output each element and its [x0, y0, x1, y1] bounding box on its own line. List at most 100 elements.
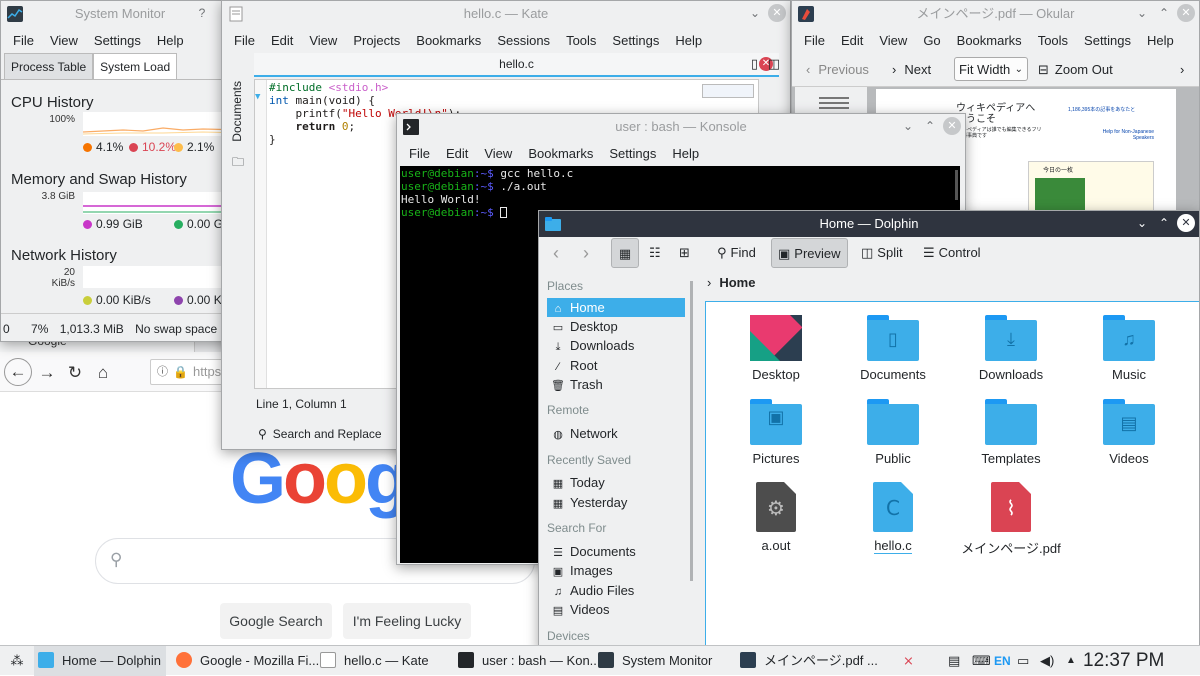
menu-help[interactable]: Help: [664, 146, 707, 161]
previous-page-button[interactable]: ‹ Previous: [806, 58, 869, 82]
places-item-search-audio[interactable]: ♫ Audio Files: [547, 581, 685, 600]
menu-bookmarks[interactable]: Bookmarks: [408, 33, 489, 48]
compact-view-icon[interactable]: ☷: [643, 238, 667, 268]
close-button[interactable]: ✕: [1177, 4, 1195, 22]
terminal-scrollbar[interactable]: [955, 170, 958, 200]
info-icon[interactable]: ⓘ: [157, 360, 168, 384]
volume-icon[interactable]: ◀): [1040, 646, 1054, 676]
file-item-public[interactable]: Public: [838, 399, 948, 466]
forward-icon[interactable]: ›: [577, 238, 595, 268]
titlebar[interactable]: System Monitor ? ⌄: [1, 1, 239, 27]
places-item-search-videos[interactable]: ▤ Videos: [547, 600, 685, 619]
menu-tools[interactable]: Tools: [1030, 33, 1076, 48]
menu-file[interactable]: File: [796, 33, 833, 48]
menu-view[interactable]: View: [871, 33, 915, 48]
back-icon[interactable]: ‹: [547, 238, 565, 268]
places-item-search-documents[interactable]: ☰ Documents: [547, 542, 685, 561]
tab-process-table[interactable]: Process Table: [4, 53, 94, 79]
forward-arrow-icon[interactable]: →: [34, 360, 60, 386]
keyboard-layout-indicator[interactable]: EN: [994, 646, 1011, 676]
menu-bookmarks[interactable]: Bookmarks: [520, 146, 601, 161]
menu-help[interactable]: Help: [667, 33, 710, 48]
minimize-button[interactable]: ⌄: [899, 117, 917, 135]
file-item-templates[interactable]: Templates: [956, 399, 1066, 466]
places-scrollbar[interactable]: [690, 281, 693, 581]
breadcrumb[interactable]: › Home: [707, 275, 755, 290]
minimize-button[interactable]: ⌄: [746, 4, 764, 22]
task-okular[interactable]: メインページ.pdf ...: [740, 646, 878, 676]
new-tab-icon[interactable]: ▯: [751, 56, 758, 72]
task-system-monitor[interactable]: System Monitor: [598, 646, 728, 676]
app-launcher-icon[interactable]: ⁂: [4, 646, 30, 676]
menu-sessions[interactable]: Sessions: [489, 33, 558, 48]
places-item-desktop[interactable]: ▭ Desktop: [547, 317, 685, 336]
places-item-home[interactable]: ⌂ Home: [547, 298, 685, 317]
zoom-mode-select[interactable]: Fit Width ⌄: [954, 57, 1028, 81]
menu-tools[interactable]: Tools: [558, 33, 604, 48]
task-firefox[interactable]: Google - Mozilla Fi...: [176, 646, 319, 676]
task-kate[interactable]: hello.c — Kate: [320, 646, 430, 676]
file-item-downloads[interactable]: ⤓ Downloads: [956, 315, 1066, 382]
menu-bookmarks[interactable]: Bookmarks: [949, 33, 1030, 48]
find-button[interactable]: ⚲ Find: [711, 238, 762, 268]
reload-icon[interactable]: ↻: [62, 360, 88, 386]
menu-settings[interactable]: Settings: [86, 33, 149, 48]
menu-file[interactable]: File: [401, 146, 438, 161]
display-icon[interactable]: ▭: [1017, 646, 1029, 676]
maximize-button[interactable]: ⌃: [1155, 4, 1173, 22]
menu-help[interactable]: Help: [149, 33, 192, 48]
folder-icon[interactable]: 🗀: [232, 153, 244, 174]
menu-settings[interactable]: Settings: [601, 146, 664, 161]
preview-button[interactable]: ▣ Preview: [771, 238, 848, 268]
maximize-button[interactable]: ⌃: [921, 117, 939, 135]
documents-sidebar-tab[interactable]: Documents: [230, 81, 244, 142]
control-button[interactable]: ☰ Control: [917, 238, 987, 268]
details-view-icon[interactable]: ⊞: [673, 238, 696, 268]
back-arrow-icon[interactable]: ←: [4, 358, 32, 386]
menu-help[interactable]: Help: [1139, 33, 1182, 48]
menu-file[interactable]: File: [226, 33, 263, 48]
titlebar[interactable]: hello.c — Kate ⌄ ✕: [222, 1, 790, 27]
places-item-root[interactable]: ∕ Root: [547, 356, 685, 375]
file-item-hello-c[interactable]: C hello.c: [838, 482, 948, 554]
close-button[interactable]: ✕: [943, 117, 961, 135]
cursor-position[interactable]: Line 1, Column 1: [256, 397, 347, 411]
split-button[interactable]: ◫ Split: [855, 238, 909, 268]
close-button[interactable]: ✕: [768, 4, 786, 22]
clipboard-icon[interactable]: ▤: [948, 646, 960, 676]
menu-file[interactable]: File: [5, 33, 42, 48]
places-item-yesterday[interactable]: ▦ Yesterday: [547, 493, 685, 512]
home-icon[interactable]: ⌂: [90, 360, 116, 386]
file-item-pdf[interactable]: ⌇ メインページ.pdf: [956, 482, 1066, 557]
menu-edit[interactable]: Edit: [263, 33, 301, 48]
places-item-downloads[interactable]: ⤓ Downloads: [547, 336, 685, 355]
file-item-videos[interactable]: ▤ Videos: [1074, 399, 1184, 466]
task-dolphin[interactable]: Home — Dolphin: [34, 646, 166, 676]
network-disconnected-icon[interactable]: ⨯: [903, 646, 914, 676]
menu-view[interactable]: View: [42, 33, 86, 48]
split-view-icon[interactable]: ◫: [768, 56, 780, 72]
menu-go[interactable]: Go: [915, 33, 948, 48]
more-actions-icon[interactable]: ›: [1180, 58, 1184, 82]
places-item-search-images[interactable]: ▣ Images: [547, 561, 685, 580]
menu-settings[interactable]: Settings: [604, 33, 667, 48]
titlebar[interactable]: メインページ.pdf — Okular ⌄ ⌃ ✕: [792, 1, 1199, 27]
places-item-trash[interactable]: 🗑 Trash: [547, 375, 685, 394]
titlebar[interactable]: Home — Dolphin ⌄ ⌃ ✕: [539, 211, 1199, 237]
next-page-button[interactable]: › Next: [892, 58, 931, 82]
file-item-a-out[interactable]: ⚙ a.out: [721, 482, 831, 553]
clock[interactable]: 12:37 PM: [1083, 646, 1164, 676]
menu-view[interactable]: View: [476, 146, 520, 161]
file-item-desktop[interactable]: Desktop: [721, 315, 831, 382]
menu-view[interactable]: View: [301, 33, 345, 48]
close-button[interactable]: ✕: [1177, 214, 1195, 232]
task-konsole[interactable]: user : bash — Kon...: [458, 646, 601, 676]
fold-marker-icon[interactable]: ▼: [255, 92, 260, 102]
menu-edit[interactable]: Edit: [438, 146, 476, 161]
minimap[interactable]: [702, 84, 754, 98]
help-icon[interactable]: ?: [193, 4, 211, 22]
places-item-network[interactable]: ◍ Network: [547, 424, 685, 443]
feeling-lucky-button[interactable]: I'm Feeling Lucky: [343, 603, 471, 639]
minimize-button[interactable]: ⌄: [1133, 4, 1151, 22]
titlebar[interactable]: user : bash — Konsole ⌄ ⌃ ✕: [397, 114, 965, 140]
